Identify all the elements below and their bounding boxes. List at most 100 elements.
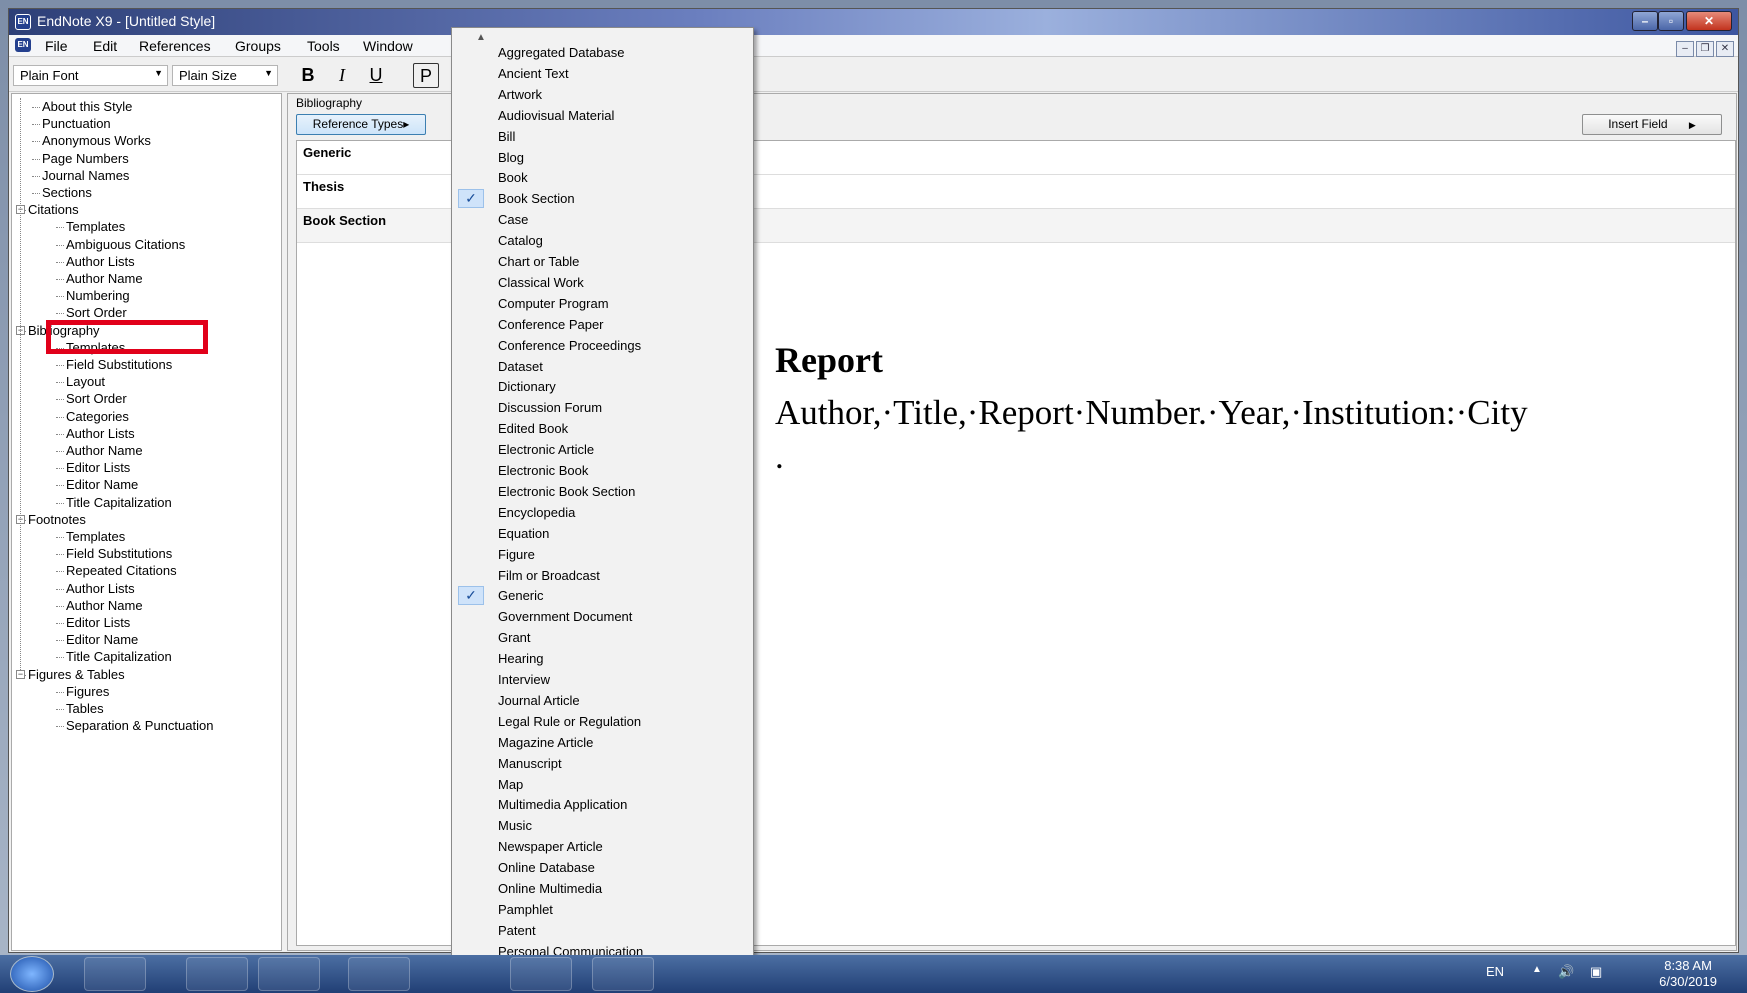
reference-type-option[interactable]: Encyclopedia (452, 502, 753, 523)
tree-item-author-name[interactable]: Author Name (66, 597, 143, 614)
tree-item-layout[interactable]: Layout (66, 373, 105, 390)
taskbar-excel[interactable] (348, 957, 410, 991)
tree-item-about-this-style[interactable]: About this Style (42, 98, 132, 115)
reference-type-option[interactable]: Government Document (452, 606, 753, 627)
reference-types-button[interactable]: Reference Types▸ (296, 114, 426, 135)
reference-type-option[interactable]: Patent (452, 920, 753, 941)
language-indicator[interactable]: EN (1486, 964, 1504, 979)
network-icon[interactable]: ▣ (1590, 964, 1602, 980)
preview-template-tail[interactable]: . (775, 437, 1528, 477)
taskbar-app[interactable] (510, 957, 572, 991)
tree-item-editor-lists[interactable]: Editor Lists (66, 459, 130, 476)
tree-item-field-substitutions[interactable]: Field Substitutions (66, 545, 172, 562)
reference-type-option[interactable]: ✓ Book Section (452, 188, 753, 209)
tree-item-sections[interactable]: Sections (42, 184, 92, 201)
reference-type-option[interactable]: Music (452, 815, 753, 836)
tree-item-repeated-citations[interactable]: Repeated Citations (66, 562, 177, 579)
reference-type-option[interactable]: Conference Proceedings (452, 335, 753, 356)
reference-type-option[interactable]: Classical Work (452, 272, 753, 293)
tree-item-author-name[interactable]: Author Name (66, 442, 143, 459)
menu-edit[interactable]: Edit (93, 38, 117, 54)
tree-item-sort-order[interactable]: Sort Order (66, 390, 127, 407)
tree-item-tables[interactable]: Tables (66, 700, 104, 717)
reference-type-option[interactable]: Conference Paper (452, 314, 753, 335)
tree-item-citations[interactable]: Citations (28, 201, 79, 218)
maximize-button[interactable]: ▫ (1658, 11, 1684, 31)
tree-item-punctuation[interactable]: Punctuation (42, 115, 111, 132)
reference-type-option[interactable]: Ancient Text (452, 63, 753, 84)
reference-type-option[interactable]: Aggregated Database (452, 42, 753, 63)
tree-item-figures[interactable]: Figures (66, 683, 109, 700)
bold-button[interactable]: B (295, 63, 321, 88)
menu-references[interactable]: References (139, 38, 211, 54)
reference-type-option[interactable]: Artwork (452, 84, 753, 105)
tree-item-title-capitalization[interactable]: Title Capitalization (66, 648, 172, 665)
taskbar-chrome[interactable] (258, 957, 320, 991)
tree-item-templates[interactable]: Templates (66, 528, 125, 545)
reference-type-option[interactable]: Online Multimedia (452, 878, 753, 899)
menu-window[interactable]: Window (363, 38, 413, 54)
tree-item-ambiguous-citations[interactable]: Ambiguous Citations (66, 236, 185, 253)
mdi-minimize-button[interactable]: – (1676, 41, 1694, 57)
reference-type-option[interactable]: Journal Article (452, 690, 753, 711)
reference-type-option[interactable]: Map (452, 774, 753, 795)
taskbar-endnote[interactable] (592, 957, 654, 991)
italic-button[interactable]: I (329, 63, 355, 88)
tree-item-author-lists[interactable]: Author Lists (66, 253, 135, 270)
reference-type-option[interactable]: Discussion Forum (452, 397, 753, 418)
volume-icon[interactable]: 🔊 (1558, 964, 1574, 980)
tree-item-templates[interactable]: Templates (66, 218, 125, 235)
tree-item-figures-tables[interactable]: Figures & Tables (28, 666, 125, 683)
tree-item-author-name[interactable]: Author Name (66, 270, 143, 287)
tray-expand-icon[interactable]: ▲ (1532, 964, 1542, 975)
tree-item-page-numbers[interactable]: Page Numbers (42, 150, 129, 167)
reference-type-option[interactable]: Manuscript (452, 753, 753, 774)
menu-file[interactable]: File (45, 38, 68, 54)
reference-type-option[interactable]: Case (452, 209, 753, 230)
tree-item-author-lists[interactable]: Author Lists (66, 425, 135, 442)
mdi-close-button[interactable]: ✕ (1716, 41, 1734, 57)
tree-item-separation-punctuation[interactable]: Separation & Punctuation (66, 717, 213, 734)
reference-type-option[interactable]: Audiovisual Material (452, 105, 753, 126)
reference-type-option[interactable]: Chart or Table (452, 251, 753, 272)
tree-item-editor-name[interactable]: Editor Name (66, 476, 138, 493)
reference-type-option[interactable]: Hearing (452, 648, 753, 669)
reference-type-option[interactable]: Legal Rule or Regulation (452, 711, 753, 732)
tree-item-numbering[interactable]: Numbering (66, 287, 130, 304)
taskbar-media-player[interactable] (84, 957, 146, 991)
preview-template-line[interactable]: Author,·Title,·Report·Number.·Year,·Inst… (775, 393, 1528, 433)
reference-type-option[interactable]: Multimedia Application (452, 794, 753, 815)
reference-type-option[interactable]: Equation (452, 523, 753, 544)
reference-type-option[interactable]: Figure (452, 544, 753, 565)
reference-type-option[interactable]: Magazine Article (452, 732, 753, 753)
reference-type-option[interactable]: Book (452, 167, 753, 188)
reference-type-option[interactable]: Pamphlet (452, 899, 753, 920)
close-button[interactable]: ✕ (1686, 11, 1732, 31)
tree-item-journal-names[interactable]: Journal Names (42, 167, 129, 184)
collapse-icon[interactable]: − (16, 669, 25, 679)
tree-item-editor-lists[interactable]: Editor Lists (66, 614, 130, 631)
font-select[interactable]: Plain Font ▼ (13, 65, 168, 86)
reference-type-option[interactable]: Film or Broadcast (452, 565, 753, 586)
reference-type-option[interactable]: Dataset (452, 356, 753, 377)
menu-groups[interactable]: Groups (235, 38, 281, 54)
reference-type-option[interactable]: Interview (452, 669, 753, 690)
reference-type-option[interactable]: Online Database (452, 857, 753, 878)
reference-type-option[interactable]: Electronic Book Section (452, 481, 753, 502)
clock[interactable]: 8:38 AM 6/30/2019 (1659, 958, 1717, 990)
reference-type-option[interactable]: Newspaper Article (452, 836, 753, 857)
reference-type-option[interactable]: ✓ Generic (452, 585, 753, 606)
mdi-restore-button[interactable]: ❐ (1696, 41, 1714, 57)
tree-item-title-capitalization[interactable]: Title Capitalization (66, 494, 172, 511)
insert-field-button[interactable]: Insert Field ▶ (1582, 114, 1722, 135)
reference-type-option[interactable]: Electronic Book (452, 460, 753, 481)
reference-type-option[interactable]: Catalog (452, 230, 753, 251)
size-select[interactable]: Plain Size ▼ (172, 65, 278, 86)
minimize-button[interactable]: – (1632, 11, 1658, 31)
tree-item-categories[interactable]: Categories (66, 408, 129, 425)
reference-type-option[interactable]: Blog (452, 147, 753, 168)
reference-type-option[interactable]: Dictionary (452, 376, 753, 397)
tree-item-field-substitutions[interactable]: Field Substitutions (66, 356, 172, 373)
tree-item-footnotes[interactable]: Footnotes (28, 511, 86, 528)
tree-item-anonymous-works[interactable]: Anonymous Works (42, 132, 151, 149)
